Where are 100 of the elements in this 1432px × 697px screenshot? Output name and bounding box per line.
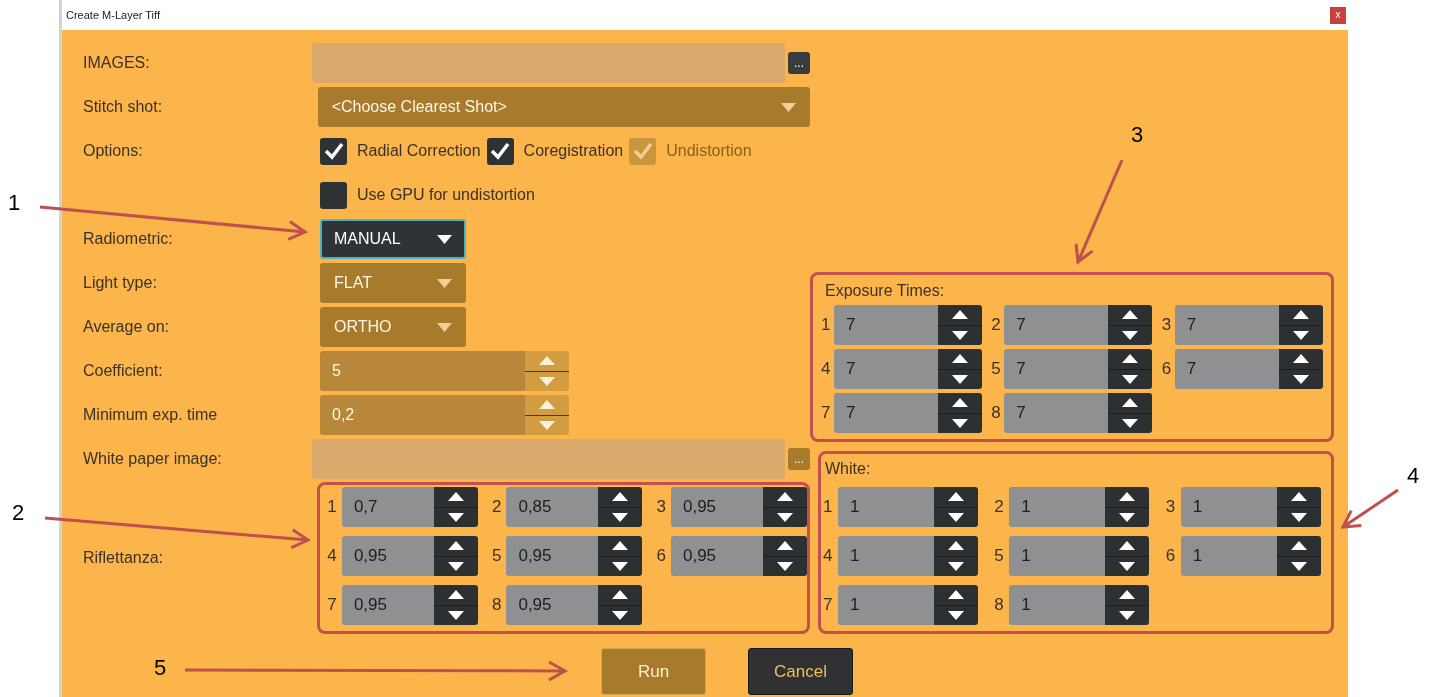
number-field[interactable]: 7	[1174, 305, 1279, 345]
field-number: 7	[823, 594, 834, 617]
spin-down-button[interactable]	[598, 605, 643, 625]
spin-down-button[interactable]	[938, 325, 982, 345]
spin-down-button[interactable]	[525, 371, 569, 391]
spin-up-button[interactable]	[1108, 305, 1153, 326]
number-field[interactable]: 1	[1009, 585, 1106, 625]
spin-down-button[interactable]	[934, 556, 978, 576]
number-field[interactable]: 0,95	[671, 487, 763, 527]
spin-up-button[interactable]	[433, 585, 478, 606]
check-icon	[632, 142, 653, 160]
spin-up-button[interactable]	[1108, 349, 1153, 370]
spin-up-button[interactable]	[763, 536, 807, 557]
spin-down-button[interactable]	[1108, 369, 1153, 389]
caret-up-icon	[1122, 398, 1139, 408]
checkbox[interactable]	[320, 137, 347, 165]
spin-up-button[interactable]	[938, 393, 982, 414]
caret-up-icon	[1292, 354, 1309, 364]
number-field[interactable]: 0,85	[506, 487, 599, 527]
number-field[interactable]: 0,95	[341, 585, 434, 625]
number-field[interactable]: 1	[838, 585, 934, 625]
path-field[interactable]	[312, 439, 785, 479]
spin-up-button[interactable]	[1278, 349, 1323, 370]
spin-down-button[interactable]	[1108, 413, 1153, 433]
spin-down-button[interactable]	[598, 507, 643, 527]
spin-up-button[interactable]	[763, 487, 807, 508]
spin-up-button[interactable]	[1105, 585, 1150, 606]
spin-up-button[interactable]	[1108, 393, 1153, 414]
number-field[interactable]: 0,95	[506, 536, 599, 576]
caret-up-icon	[447, 590, 464, 600]
spin-up-button[interactable]	[598, 536, 643, 557]
number-field[interactable]: 7	[834, 349, 938, 389]
number-field[interactable]: 0,7	[341, 487, 434, 527]
number-field[interactable]: 0,95	[506, 585, 599, 625]
spin-up-button[interactable]	[433, 487, 478, 508]
checkbox[interactable]	[486, 137, 514, 165]
number-field[interactable]: 1	[838, 487, 934, 527]
spin-up-button[interactable]	[938, 305, 982, 326]
spin-up-button[interactable]	[598, 487, 643, 508]
field-number: 4	[821, 358, 832, 381]
spin-down-button[interactable]	[934, 605, 978, 625]
spin-down-button[interactable]	[1105, 556, 1150, 576]
close-button[interactable]: x	[1330, 6, 1346, 24]
spin-up-button[interactable]	[525, 351, 569, 372]
spin-up-button[interactable]	[1276, 536, 1321, 557]
spin-up-button[interactable]	[938, 349, 982, 370]
path-field[interactable]	[312, 43, 785, 83]
spin-up-button[interactable]	[934, 487, 978, 508]
caret-down-icon	[952, 374, 968, 384]
spin-up-button[interactable]	[1276, 487, 1321, 508]
number-field[interactable]: 7	[1004, 393, 1109, 433]
spin-down-button[interactable]	[934, 507, 978, 527]
number-field[interactable]: 1	[1009, 536, 1106, 576]
dropdown[interactable]: MANUAL	[320, 219, 466, 259]
number-field[interactable]: 7	[1004, 349, 1109, 389]
dialog-button[interactable]: Cancel	[748, 648, 853, 695]
spin-up-button[interactable]	[598, 585, 643, 606]
spin-down-button[interactable]	[525, 415, 569, 435]
checkbox-label: Coregistration	[523, 141, 624, 161]
caret-up-icon	[1122, 310, 1139, 320]
caret-down-icon	[1122, 374, 1139, 384]
number-field[interactable]: 7	[1174, 349, 1279, 389]
field-label: Average on:	[83, 318, 169, 335]
spin-up-button[interactable]	[1278, 305, 1323, 326]
number-field[interactable]: 1	[838, 536, 934, 576]
spin-down-button[interactable]	[938, 369, 982, 389]
number-field[interactable]: 1	[1180, 487, 1277, 527]
spin-up-button[interactable]	[525, 395, 569, 416]
field-label: Stitch shot:	[83, 98, 163, 115]
checkbox[interactable]	[320, 181, 347, 209]
caret-down-icon	[1119, 512, 1136, 522]
spin-down-button[interactable]	[938, 413, 982, 433]
spin-up-button[interactable]	[433, 536, 478, 557]
number-field[interactable]: 1	[1180, 536, 1277, 576]
check-icon	[490, 142, 511, 160]
spin-up-button[interactable]	[1105, 487, 1150, 508]
field-label: Options:	[83, 142, 143, 159]
spin-up-button[interactable]	[934, 536, 978, 557]
number-field[interactable]: 7	[834, 393, 938, 433]
spin-down-button[interactable]	[1105, 605, 1150, 625]
number-field[interactable]: 7	[834, 305, 938, 345]
checkbox-label: Use GPU for undistortion	[357, 185, 535, 205]
spin-up-button[interactable]	[934, 585, 978, 606]
spin-up-button[interactable]	[1105, 536, 1150, 557]
number-field[interactable]: 1	[1009, 487, 1106, 527]
caret-down-icon	[1292, 330, 1309, 340]
number-field[interactable]: 0,95	[341, 536, 434, 576]
spin-down-button[interactable]	[598, 556, 643, 576]
number-field[interactable]: 0,95	[671, 536, 763, 576]
caret-up-icon	[1290, 541, 1307, 551]
check-icon	[323, 142, 344, 160]
browse-button[interactable]: ...	[788, 52, 810, 74]
number-field[interactable]: 7	[1004, 305, 1109, 345]
caret-down-icon	[781, 102, 796, 112]
field-number: 8	[491, 594, 503, 617]
caret-down-icon	[437, 278, 452, 288]
field-number: 5	[991, 358, 1002, 381]
spin-down-button[interactable]	[1105, 507, 1150, 527]
callout-number: 2	[12, 502, 25, 524]
spin-down-button[interactable]	[1108, 325, 1153, 345]
